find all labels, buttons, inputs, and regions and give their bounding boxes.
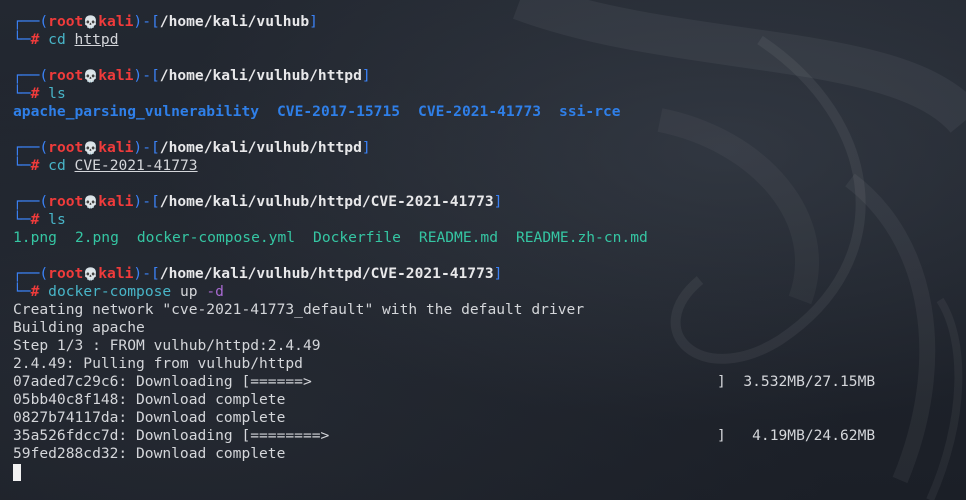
directory-entry: CVE-2017-15715 [277, 103, 401, 120]
command-line: └─# cd CVE-2021-41773 [13, 157, 198, 174]
command-line: └─# docker-compose up -d [13, 283, 224, 300]
prompt-header: ┌──(root💀kali)-[/home/kali/vulhub/httpd] [13, 67, 371, 84]
prompt-header: ┌──(root💀kali)-[/home/kali/vulhub/httpd] [13, 139, 371, 156]
layer-progress: 35a526fdcc7d: Downloading [========>] 4.… [13, 427, 876, 444]
command-line: └─# ls [13, 85, 66, 102]
command-line: └─# ls [13, 211, 66, 228]
directory-entry: ssi-rce [559, 103, 621, 120]
command-line: └─# cd httpd [13, 31, 119, 48]
prompt-header: ┌──(root💀kali)-[/home/kali/vulhub] [13, 13, 318, 30]
output-line: Creating network "cve-2021-41773_default… [13, 301, 585, 318]
directory-entry: CVE-2021-41773 [418, 103, 542, 120]
ls-output: 1.png 2.png docker-compose.yml Dockerfile RE… [13, 229, 966, 247]
layer-progress: 07aded7c29c6: Downloading [======>] 3.53… [13, 373, 876, 390]
file-entry: docker-compose.yml [136, 229, 296, 246]
prompt-header: ┌──(root💀kali)-[/home/kali/vulhub/httpd/… [13, 265, 503, 282]
ls-output: apache_parsing_vulnerability CVE-2017-157… [13, 103, 966, 121]
skull-icon: 💀 [83, 267, 99, 281]
file-entry: README.md [418, 229, 498, 246]
file-entry: 1.png [13, 229, 57, 246]
input-line[interactable] [13, 463, 966, 481]
file-entry: Dockerfile [313, 229, 401, 246]
prompt-header: ┌──(root💀kali)-[/home/kali/vulhub/httpd/… [13, 193, 503, 210]
layer-progress: 0827b74117da: Download complete [13, 409, 286, 426]
layer-progress: 05bb40c8f148: Download complete [13, 391, 286, 408]
layer-progress: 59fed288cd32: Download complete [13, 445, 286, 462]
file-entry: README.zh-cn.md [515, 229, 648, 246]
output-line: Building apache [13, 319, 145, 336]
skull-icon: 💀 [83, 69, 99, 83]
file-entry: 2.png [74, 229, 119, 246]
output-line: Step 1/3 : FROM vulhub/httpd:2.4.49 [13, 337, 321, 354]
terminal-window[interactable]: ┌──(root💀kali)-[/home/kali/vulhub] └─# c… [13, 13, 966, 500]
skull-icon: 💀 [83, 15, 99, 29]
skull-icon: 💀 [83, 141, 99, 155]
directory-entry: apache_parsing_vulnerability [13, 103, 260, 120]
text-cursor [13, 463, 21, 481]
output-line: 2.4.49: Pulling from vulhub/httpd [13, 355, 303, 372]
skull-icon: 💀 [83, 195, 99, 209]
